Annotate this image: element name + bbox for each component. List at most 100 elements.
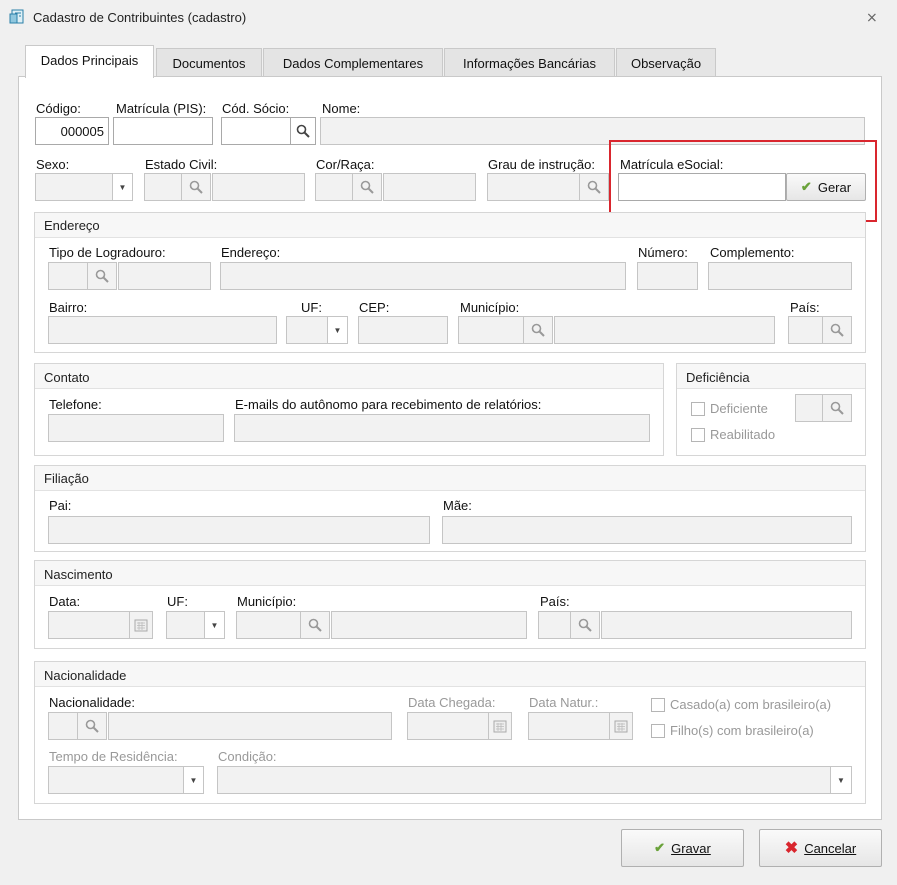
codigo-input[interactable]: 000005 (35, 117, 109, 145)
municipio-nascimento-code-input[interactable] (236, 611, 301, 639)
pai-input[interactable] (48, 516, 430, 544)
calendar-icon[interactable] (609, 712, 633, 740)
cor-raca-search-icon[interactable] (352, 173, 382, 201)
nacionalidade-desc-input[interactable] (108, 712, 392, 740)
data-natur-input[interactable] (528, 712, 610, 740)
data-chegada-input[interactable] (407, 712, 489, 740)
municipio-code-input[interactable] (458, 316, 524, 344)
estado-civil-label: Estado Civil: (145, 157, 218, 172)
cep-input[interactable] (358, 316, 448, 344)
matricula-pis-input[interactable] (113, 117, 213, 145)
check-icon: ✔ (654, 840, 666, 855)
uf-label: UF: (301, 300, 322, 315)
municipio-nascimento-desc-input[interactable] (331, 611, 527, 639)
x-icon: ✖ (784, 840, 799, 857)
grau-instrucao-search-icon[interactable] (579, 173, 609, 201)
window-title: Cadastro de Contribuintes (cadastro) (33, 10, 247, 25)
municipio-desc-input[interactable] (554, 316, 775, 344)
app-icon (9, 9, 24, 24)
complemento-input[interactable] (708, 262, 852, 290)
tipo-logradouro-code-input[interactable] (48, 262, 88, 290)
cor-raca-desc-input[interactable] (383, 173, 476, 201)
cor-raca-label: Cor/Raça: (316, 157, 375, 172)
estado-civil-search-icon[interactable] (181, 173, 211, 201)
reabilitado-checkbox[interactable] (691, 428, 705, 442)
emails-input[interactable] (234, 414, 650, 442)
pais-nascimento-desc-input[interactable] (601, 611, 852, 639)
telefone-input[interactable] (48, 414, 224, 442)
cancelar-button[interactable]: ✖ Cancelar (759, 829, 882, 867)
tab-documentos[interactable]: Documentos (156, 48, 262, 78)
sexo-dropdown-icon[interactable]: ▼ (112, 173, 133, 201)
pais-code-input[interactable] (788, 316, 823, 344)
endereco-label: Endereço: (221, 245, 281, 260)
tab-observacao[interactable]: Observação (616, 48, 716, 78)
deficiencia-search-icon[interactable] (822, 394, 852, 422)
pais-nascimento-code-input[interactable] (538, 611, 571, 639)
close-icon[interactable]: ⨯ (866, 9, 878, 26)
filiacao-header (35, 466, 865, 491)
estado-civil-desc-input[interactable] (212, 173, 305, 201)
sexo-select[interactable] (35, 173, 113, 201)
casado-checkbox[interactable] (651, 698, 665, 712)
nacionalidade-title: Nacionalidade (44, 668, 127, 683)
data-nascimento-label: Data: (49, 594, 81, 609)
pais-nascimento-label: País: (540, 594, 570, 609)
mae-label: Mãe: (443, 498, 472, 513)
nacionalidade-code-input[interactable] (48, 712, 78, 740)
data-chegada-label: Data Chegada: (408, 695, 496, 710)
numero-input[interactable] (637, 262, 698, 290)
pais-search-icon[interactable] (822, 316, 852, 344)
endereco-title: Endereço (44, 218, 100, 233)
matricula-pis-label: Matrícula (PIS): (116, 101, 207, 116)
data-nascimento-input[interactable] (48, 611, 130, 639)
nacionalidade-search-icon[interactable] (77, 712, 107, 740)
uf-nascimento-dropdown-icon[interactable]: ▼ (204, 611, 225, 639)
cod-socio-search-icon[interactable] (290, 117, 316, 145)
endereco-header (35, 213, 865, 238)
municipio-search-icon[interactable] (523, 316, 553, 344)
grau-instrucao-label: Grau de instrução: (488, 157, 595, 172)
highlight-frame (609, 140, 877, 222)
numero-label: Número: (638, 245, 688, 260)
tempo-residencia-select[interactable] (48, 766, 184, 794)
tab-dados-principais[interactable]: Dados Principais (25, 45, 154, 78)
condicao-select[interactable] (217, 766, 831, 794)
tab-dados-complementares[interactable]: Dados Complementares (263, 48, 443, 78)
bairro-input[interactable] (48, 316, 277, 344)
cor-raca-code-input[interactable] (315, 173, 353, 201)
tipo-logradouro-desc-input[interactable] (118, 262, 211, 290)
calendar-icon[interactable] (488, 712, 512, 740)
gravar-button[interactable]: ✔ Gravar (621, 829, 744, 867)
contato-title: Contato (44, 370, 90, 385)
deficiencia-code-input[interactable] (795, 394, 823, 422)
cod-socio-input[interactable] (221, 117, 291, 145)
mae-input[interactable] (442, 516, 852, 544)
grau-instrucao-input[interactable] (487, 173, 580, 201)
tipo-logradouro-search-icon[interactable] (87, 262, 117, 290)
pais-nascimento-search-icon[interactable] (570, 611, 600, 639)
pai-label: Pai: (49, 498, 72, 513)
uf-dropdown-icon[interactable]: ▼ (327, 316, 348, 344)
filhos-checkbox[interactable] (651, 724, 665, 738)
condicao-dropdown-icon[interactable]: ▼ (830, 766, 852, 794)
deficiente-checkbox[interactable] (691, 402, 705, 416)
municipio-label: Município: (460, 300, 520, 315)
cod-socio-label: Cód. Sócio: (222, 101, 290, 116)
deficiente-label: Deficiente (710, 401, 768, 416)
calendar-icon[interactable] (129, 611, 153, 639)
tempo-residencia-dropdown-icon[interactable]: ▼ (183, 766, 204, 794)
estado-civil-code-input[interactable] (144, 173, 182, 201)
casado-label: Casado(a) com brasileiro(a) (670, 697, 832, 712)
municipio-nascimento-search-icon[interactable] (300, 611, 330, 639)
tab-informacoes-bancarias[interactable]: Informações Bancárias (444, 48, 615, 78)
endereco-input[interactable] (220, 262, 626, 290)
uf-nascimento-select[interactable] (166, 611, 205, 639)
uf-select[interactable] (286, 316, 328, 344)
emails-label: E-mails do autônomo para recebimento de … (235, 397, 542, 412)
filiacao-title: Filiação (44, 471, 89, 486)
nacionalidade-label: Nacionalidade: (49, 695, 136, 710)
telefone-label: Telefone: (49, 397, 102, 412)
reabilitado-label: Reabilitado (710, 427, 776, 442)
municipio-nascimento-label: Município: (237, 594, 297, 609)
